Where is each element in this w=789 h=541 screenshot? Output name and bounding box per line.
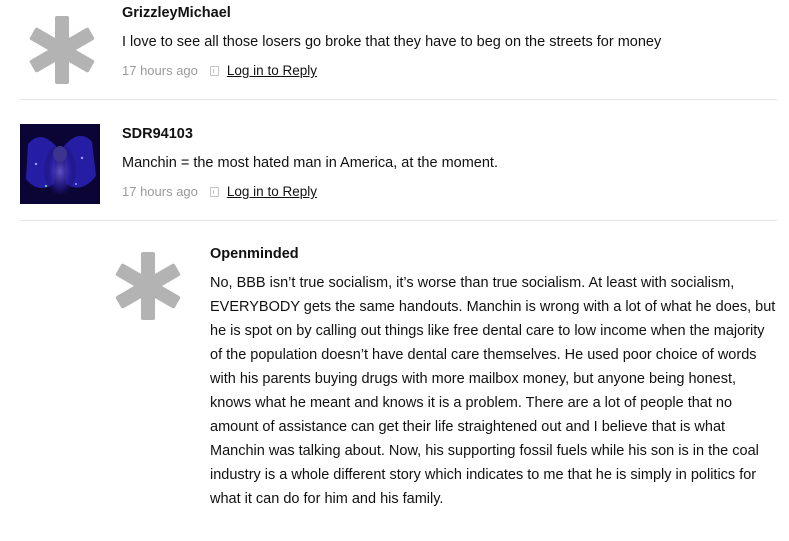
comment-divider [20,99,777,100]
comment-divider [20,220,777,221]
comment-author[interactable]: Openminded [210,246,299,262]
flag-icon[interactable] [209,186,219,197]
login-to-reply-link[interactable]: Log in to Reply [227,184,317,199]
comment-text: Manchin = the most hated man in America,… [122,155,498,171]
flag-icon[interactable] [209,65,219,76]
comment-author[interactable]: SDR94103 [122,126,193,142]
comment-author[interactable]: GrizzleyMichael [122,5,231,21]
comment-meta: 17 hours ago Log in to Reply [122,184,317,199]
default-avatar-icon [22,10,102,90]
comment-text: I love to see all those losers go broke … [122,34,662,50]
comment-meta: 17 hours ago Log in to Reply [122,63,317,78]
login-to-reply-link[interactable]: Log in to Reply [227,63,317,78]
default-avatar-icon [108,246,188,326]
comment-timestamp: 17 hours ago [122,63,198,78]
comment-text: No, BBB isn’t true socialism, it’s worse… [210,275,776,507]
comment-timestamp: 17 hours ago [122,184,198,199]
user-photo-avatar [20,124,100,204]
